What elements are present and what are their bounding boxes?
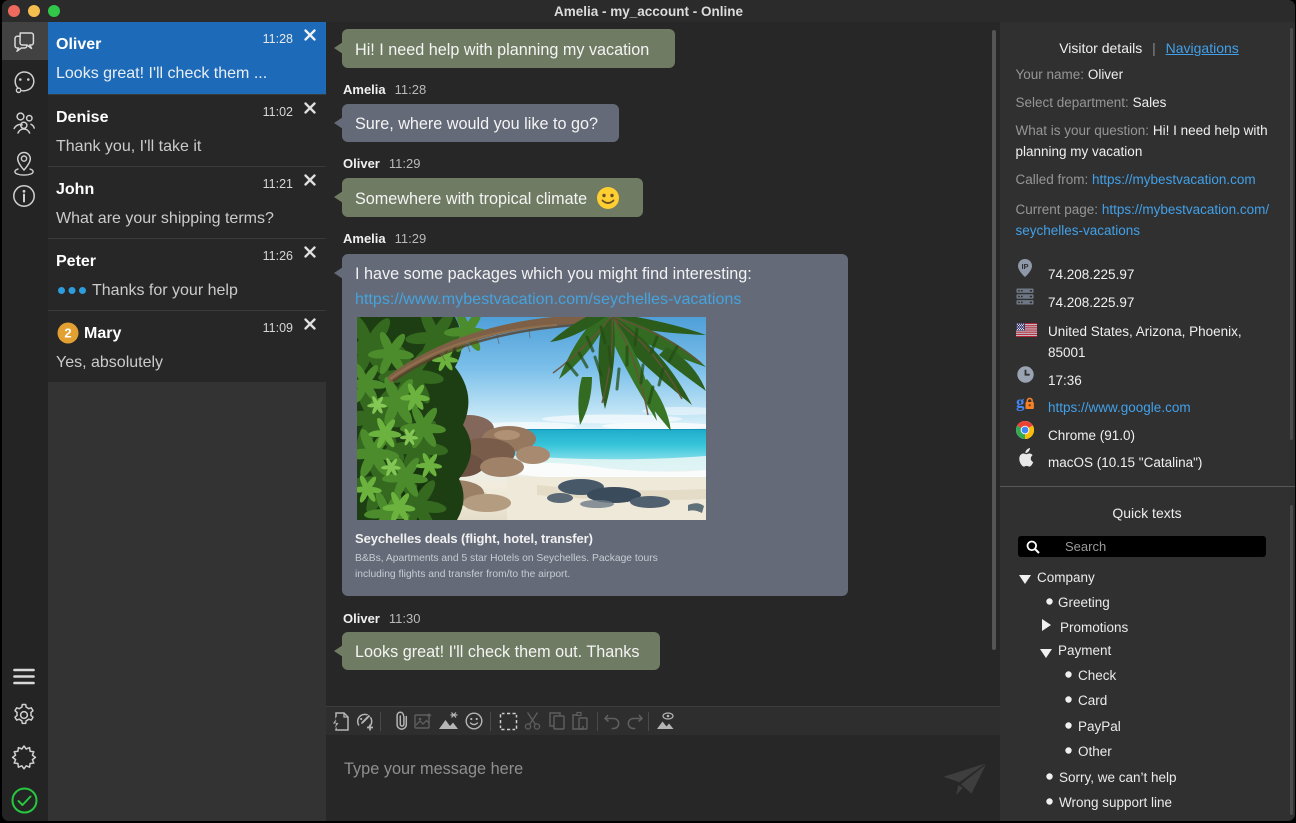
svg-text:2: 2 — [64, 326, 71, 341]
svg-text:g: g — [1016, 393, 1025, 412]
svg-text:IP: IP — [1021, 262, 1028, 271]
